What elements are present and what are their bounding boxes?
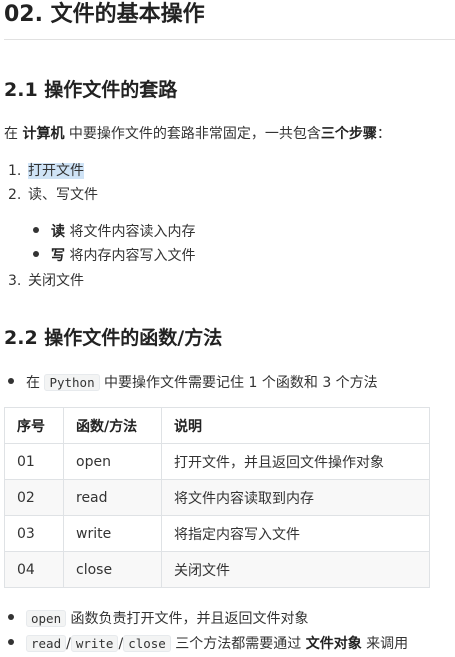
step-label: 关闭文件	[28, 273, 84, 289]
table-row: 04 close 关闭文件	[4, 551, 430, 588]
table-cell-index: 04	[4, 551, 64, 588]
section-heading-2-1: 2.1 操作文件的套路	[4, 79, 178, 101]
section-heading-2-2: 2.2 操作文件的函数/方法	[4, 327, 223, 349]
bullet-text-pre: 在	[26, 375, 45, 391]
step-item-2: 2. 读、写文件	[8, 185, 98, 205]
inline-code-python: Python	[44, 374, 100, 391]
table-cell-method: open	[63, 443, 162, 480]
document-page: 02. 文件的基本操作 2.1 操作文件的套路 在 计算机 中要操作文件的套路非…	[0, 0, 455, 657]
intro-text-end: ：	[376, 126, 391, 142]
note-text-mid: 三个方法都需要通过	[170, 636, 306, 652]
note-methods-bullet: read / write / close 三个方法都需要通过 文件对象 来调用	[8, 634, 408, 654]
intro-bold-steps: 三个步骤	[320, 126, 377, 142]
sub-item-bold: 写	[51, 248, 65, 264]
inline-code-open: open	[26, 610, 67, 627]
step-number: 2.	[8, 187, 22, 203]
bullet-dot	[8, 639, 14, 645]
step-label-open-selected: 打开文件	[28, 163, 84, 179]
bullet-dot	[8, 378, 14, 384]
file-methods-table: 序号 函数/方法 说明 01 open 打开文件，并且返回文件操作对象 02 r…	[4, 407, 430, 588]
sub-item-write: 写 将内存内容写入文件	[33, 246, 195, 266]
python-bullet: 在 Python 中要操作文件需要记住 1 个函数和 3 个方法	[8, 373, 378, 393]
sub-item-read: 读 将文件内容读入内存	[33, 222, 195, 242]
bullet-dot	[33, 251, 39, 257]
sub-item-text: 将内存内容写入文件	[65, 248, 196, 264]
intro-paragraph: 在 计算机 中要操作文件的套路非常固定，一共包含三个步骤：	[4, 124, 391, 144]
note-bold-file-object: 文件对象	[305, 636, 362, 652]
title-divider	[4, 39, 455, 40]
note-text: 函数负责打开文件，并且返回文件对象	[66, 611, 309, 627]
table-cell-method: read	[63, 479, 162, 516]
table-row: 01 open 打开文件，并且返回文件操作对象	[4, 443, 430, 480]
table-cell-description: 将指定内容写入文件	[161, 515, 430, 552]
table-cell-description: 将文件内容读取到内存	[161, 479, 430, 516]
bullet-dot	[33, 227, 39, 233]
step-label: 读、写文件	[28, 187, 98, 203]
table-cell-method: write	[63, 515, 162, 552]
table-header-row: 序号 函数/方法 说明	[4, 407, 430, 444]
step-number: 1.	[8, 163, 22, 179]
table-cell-description: 打开文件，并且返回文件操作对象	[161, 443, 430, 480]
table-cell-index: 02	[4, 479, 64, 516]
page-title: 02. 文件的基本操作	[4, 2, 205, 27]
step-item-3: 3. 关闭文件	[8, 271, 84, 291]
table-cell-index: 01	[4, 443, 64, 480]
column-header-index: 序号	[4, 407, 64, 444]
intro-text-pre: 在	[4, 126, 23, 142]
sub-item-bold: 读	[51, 224, 65, 240]
step-item-1: 1. 打开文件	[8, 161, 84, 181]
column-header-description: 说明	[161, 407, 430, 444]
intro-text-mid: 中要操作文件的套路非常固定，一共包含	[64, 126, 321, 142]
inline-code-close: close	[123, 635, 171, 652]
table-cell-method: close	[63, 551, 162, 588]
table-cell-index: 03	[4, 515, 64, 552]
table-row: 02 read 将文件内容读取到内存	[4, 479, 430, 516]
sub-item-text: 将文件内容读入内存	[65, 224, 196, 240]
column-header-method: 函数/方法	[63, 407, 162, 444]
intro-bold-computer: 计算机	[22, 126, 65, 142]
step-number: 3.	[8, 273, 22, 289]
bullet-text-post: 中要操作文件需要记住 1 个函数和 3 个方法	[99, 375, 378, 391]
table-row: 03 write 将指定内容写入文件	[4, 515, 430, 552]
inline-code-write: write	[70, 635, 119, 652]
note-text-end: 来调用	[361, 636, 409, 652]
inline-code-read: read	[26, 635, 67, 652]
note-open-bullet: open 函数负责打开文件，并且返回文件对象	[8, 609, 309, 629]
table-cell-description: 关闭文件	[161, 551, 430, 588]
bullet-dot	[8, 614, 14, 620]
